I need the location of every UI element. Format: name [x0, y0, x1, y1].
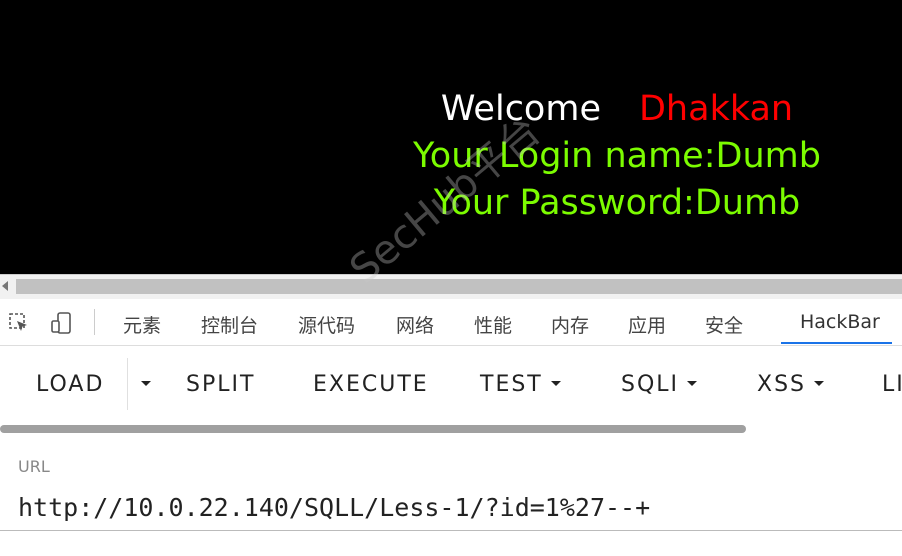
device-toolbar-icon[interactable]	[50, 312, 72, 334]
password-line: Your Password:Dumb	[433, 183, 801, 223]
load-button[interactable]: LOAD	[36, 372, 104, 397]
welcome-text: Welcome	[440, 89, 601, 129]
page-horizontal-scrollbar[interactable]	[0, 274, 902, 299]
toolbar-divider	[94, 309, 95, 335]
test-menu-label: TEST	[480, 372, 543, 397]
scroll-left-arrow-icon[interactable]	[2, 281, 8, 291]
tab-hackbar[interactable]: HackBar	[800, 311, 880, 333]
xss-menu-label: XSS	[757, 372, 807, 397]
url-label: URL	[18, 457, 50, 476]
split-button[interactable]: SPLIT	[186, 372, 255, 397]
welcome-line: Welcome Dhakkan	[441, 88, 793, 130]
chevron-down-icon	[687, 380, 698, 386]
tab-security[interactable]: 安全	[705, 311, 743, 338]
hackbar-toolbar: LOAD SPLIT EXECUTE TEST SQLI XSS LI	[0, 346, 902, 433]
chevron-down-icon	[550, 380, 561, 386]
test-menu-button[interactable]: TEST	[480, 372, 561, 397]
xss-menu-button[interactable]: XSS	[757, 372, 825, 397]
load-dropdown-button[interactable]	[133, 372, 151, 397]
scrollbar-thumb[interactable]	[16, 279, 902, 294]
tab-network[interactable]: 网络	[396, 311, 434, 338]
url-input[interactable]: http://10.0.22.140/SQLL/Less-1/?id=1%27-…	[18, 493, 650, 522]
chevron-down-icon	[141, 380, 151, 386]
tab-console[interactable]: 控制台	[201, 311, 258, 338]
toolbar-horizontal-scrollbar[interactable]	[0, 425, 746, 433]
chevron-down-icon	[814, 380, 825, 386]
url-input-underline	[0, 530, 902, 531]
tab-sources[interactable]: 源代码	[298, 311, 355, 338]
inspect-element-icon[interactable]	[8, 312, 30, 334]
more-menu-button[interactable]: LI	[882, 372, 902, 397]
execute-button[interactable]: EXECUTE	[313, 372, 429, 397]
sqli-menu-label: SQLI	[621, 372, 680, 397]
sqli-menu-button[interactable]: SQLI	[621, 372, 698, 397]
load-split-divider	[127, 358, 128, 410]
tab-performance[interactable]: 性能	[474, 311, 512, 338]
tab-memory[interactable]: 内存	[551, 311, 589, 338]
active-tab-indicator	[781, 342, 892, 344]
username-text: Dhakkan	[638, 89, 794, 129]
page-content: Welcome Dhakkan Your Login name:Dumb Your…	[0, 0, 902, 274]
tab-application[interactable]: 应用	[628, 311, 666, 338]
login-name-line: Your Login name:Dumb	[413, 136, 821, 176]
devtools-tab-bar: 元素 控制台 源代码 网络 性能 内存 应用 安全 HackBar	[0, 299, 902, 346]
tab-elements[interactable]: 元素	[123, 311, 161, 338]
